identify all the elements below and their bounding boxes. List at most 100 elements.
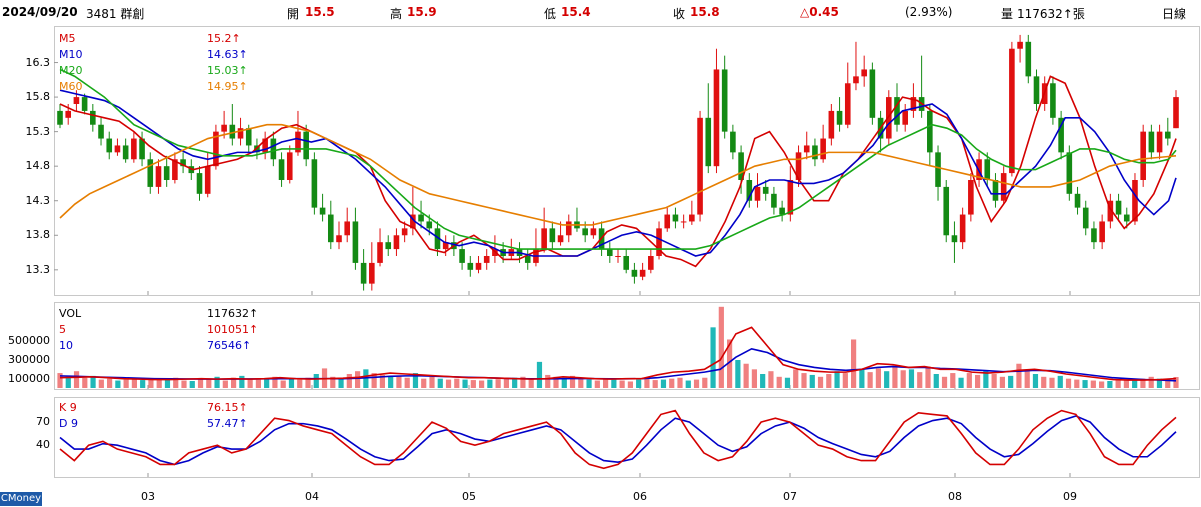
volume-bar: [958, 377, 964, 388]
candle-body: [1132, 180, 1138, 222]
candle-body: [352, 221, 359, 263]
candle-body: [155, 166, 162, 187]
candle-body: [344, 221, 351, 236]
volume-bar: [892, 367, 898, 388]
kd-legend-value: 57.47↑: [207, 417, 248, 430]
volume-bar: [917, 372, 923, 388]
price-tick-label: 14.8: [25, 159, 51, 173]
volume-bar: [445, 379, 452, 388]
volume-bar: [156, 379, 162, 388]
candle-body: [459, 249, 465, 263]
candle-body: [606, 249, 613, 256]
price-tick-label: 13.3: [25, 262, 51, 276]
candle-body: [1164, 131, 1171, 139]
price-legend-value: 14.95↑: [207, 80, 248, 93]
candle-body: [1009, 48, 1015, 174]
volume-bar: [834, 371, 840, 388]
volume-bar: [65, 376, 71, 388]
volume-bar: [388, 376, 394, 388]
volume-bar: [98, 379, 104, 388]
candle-body: [697, 117, 703, 215]
volume-bar: [619, 380, 625, 388]
volume-bar: [801, 373, 807, 388]
volume-bar: [1107, 381, 1113, 388]
volume-bar: [1057, 375, 1063, 388]
candle-body: [1074, 193, 1081, 208]
candle-body: [377, 242, 383, 263]
volume-bar: [735, 360, 741, 388]
volume-tick-label: 100000: [8, 371, 50, 385]
volume-bar: [710, 327, 716, 388]
volume-tick-label: 500000: [8, 334, 50, 348]
volume-bar: [941, 376, 948, 388]
price-tick-label: 14.3: [25, 193, 51, 207]
candle-body: [319, 207, 326, 215]
volume-bar: [1041, 376, 1047, 388]
candle-body: [204, 166, 211, 194]
candle-body: [968, 180, 974, 215]
volume-bar: [189, 381, 195, 388]
volume-bar: [495, 379, 501, 388]
candle-body: [360, 262, 367, 284]
volume-bar: [1074, 379, 1080, 388]
candle-body: [623, 256, 630, 270]
volume-bar: [421, 378, 427, 388]
volume-bar: [627, 381, 633, 388]
volume-bar: [479, 380, 485, 388]
volume-bar: [685, 380, 691, 388]
candle-body: [927, 110, 933, 153]
volume-bar: [594, 380, 600, 388]
price-tick-label: 16.3: [25, 55, 51, 69]
candle-body: [639, 269, 646, 277]
month-tick-label: 03: [141, 490, 155, 503]
volume-bar: [164, 379, 171, 388]
candle-body: [672, 214, 679, 222]
volume-bar: [851, 339, 857, 388]
ma-line-m60: [59, 123, 1177, 226]
candle-body: [992, 180, 999, 201]
candle-body: [680, 221, 687, 223]
volume-bar: [346, 374, 352, 388]
candle-body: [861, 69, 867, 77]
volume-bar: [826, 374, 832, 388]
volume-bar: [743, 363, 749, 388]
volume-bar: [429, 376, 435, 388]
volume-bar: [437, 378, 443, 388]
volume-bar: [181, 380, 187, 388]
volume-bar: [206, 379, 212, 388]
candle-body: [286, 152, 293, 180]
volume-bar: [760, 374, 766, 388]
volume-legend-value: 117632↑: [207, 307, 259, 320]
candle-body: [303, 131, 309, 160]
volume-bar: [586, 379, 592, 388]
candle-body: [1082, 207, 1089, 229]
volume-bar: [603, 378, 609, 388]
ma-line-m20: [59, 68, 1177, 250]
candle-body: [959, 214, 966, 243]
volume-bar: [1082, 380, 1088, 388]
candle-body: [713, 69, 720, 167]
volume-bar: [1123, 380, 1129, 388]
candle-body: [943, 186, 950, 236]
kd-legend-label: D 9: [59, 417, 78, 430]
candle-body: [1000, 173, 1007, 201]
candle-body: [278, 159, 285, 180]
volume-bar: [933, 374, 939, 388]
candle-body: [664, 214, 671, 229]
volume-bar: [669, 378, 675, 388]
candle-body: [820, 138, 826, 160]
candle-body: [779, 207, 785, 215]
volume-bar: [355, 371, 361, 388]
candle-body: [787, 180, 794, 215]
price-legend-label: M5: [59, 32, 76, 45]
volume-bar: [264, 379, 270, 388]
volume-bar: [404, 377, 410, 388]
volume-bar: [652, 380, 658, 388]
volume-bar: [115, 380, 121, 388]
candle-body: [524, 256, 531, 263]
cmoney-logo: CMoney: [0, 492, 42, 506]
volume-bar: [1115, 380, 1121, 388]
volume-bar: [297, 379, 303, 388]
candle-body: [106, 138, 113, 153]
candle-body: [1140, 131, 1146, 180]
